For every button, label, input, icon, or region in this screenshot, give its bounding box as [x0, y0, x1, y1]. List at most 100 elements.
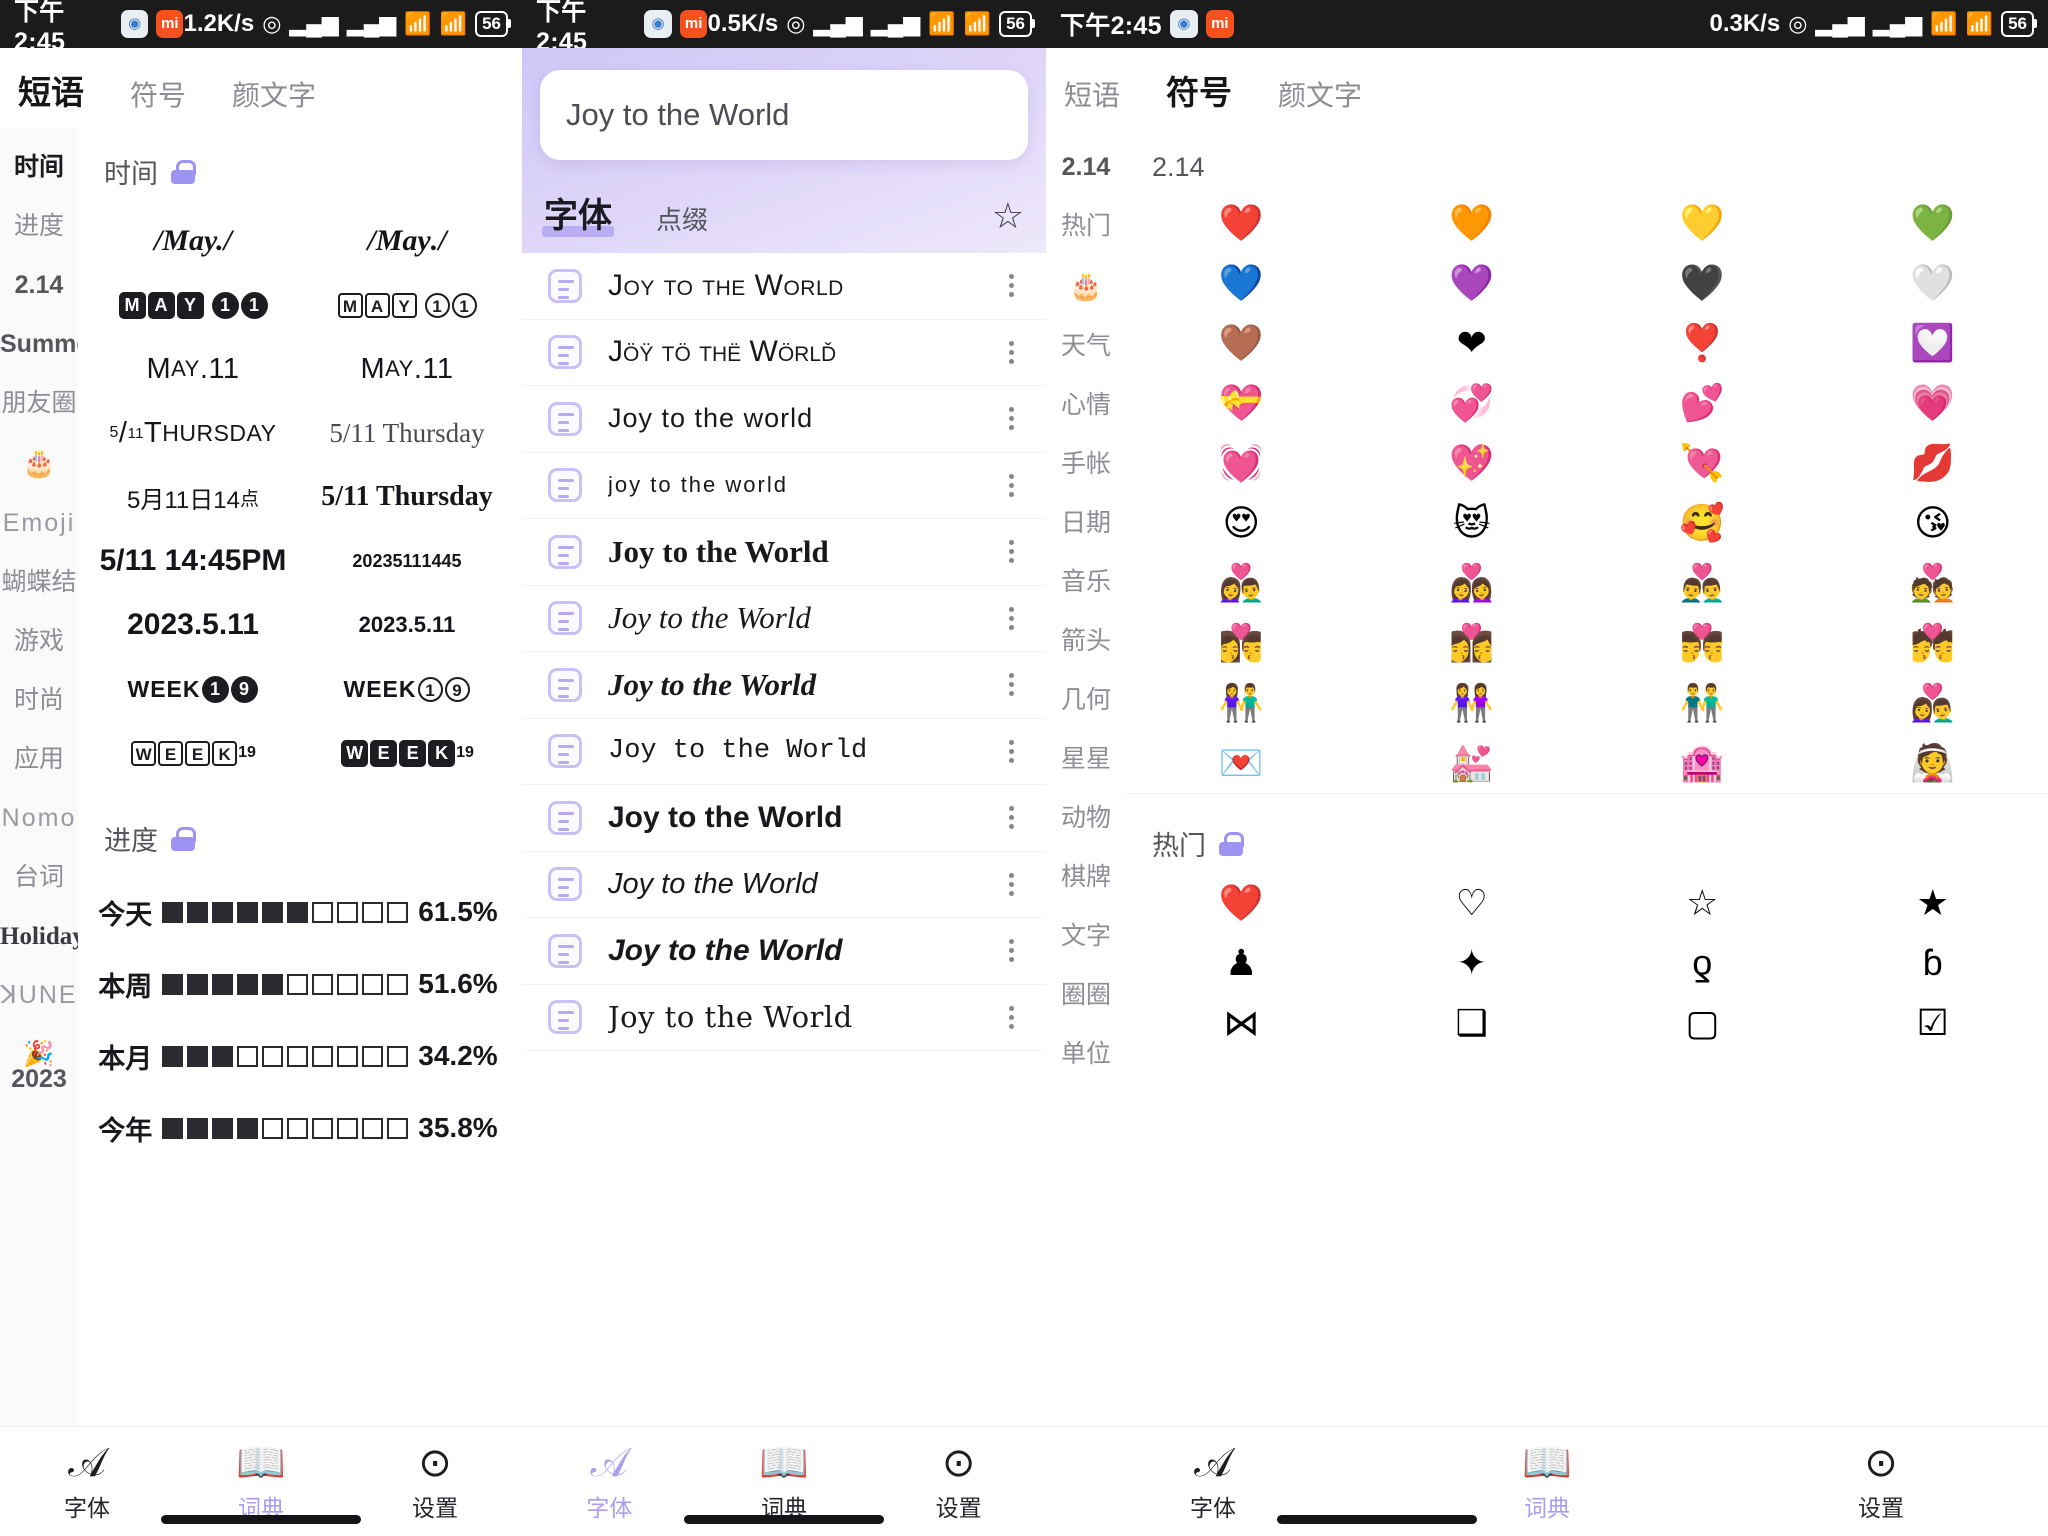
- progress-row[interactable]: 本月 34.2%: [86, 1020, 514, 1092]
- sidebar-item-text[interactable]: 文字: [1046, 907, 1126, 966]
- list-item[interactable]: Joy to the World: [522, 586, 1046, 652]
- date-cell[interactable]: M AY .11: [300, 337, 514, 401]
- sidebar-item-progress[interactable]: 进度: [0, 197, 78, 256]
- sidebar-item-geometry[interactable]: 几何: [1046, 671, 1126, 730]
- emoji-cell[interactable]: 😻: [1357, 493, 1588, 553]
- more-options-icon[interactable]: [996, 470, 1026, 501]
- sidebar-item-lines[interactable]: 台词: [0, 848, 78, 907]
- emoji-cell[interactable]: 💗: [1818, 373, 2048, 433]
- nav-fonts[interactable]: 𝒜 字体: [522, 1441, 697, 1523]
- date-cell[interactable]: 2023.5.11: [86, 593, 300, 657]
- sidebar-item-hot[interactable]: 热门: [1046, 197, 1126, 256]
- tab-decor[interactable]: 点缀: [656, 200, 708, 237]
- emoji-cell[interactable]: 💙: [1126, 253, 1357, 313]
- date-cell[interactable]: 5月11日14 点: [86, 465, 300, 529]
- date-cell[interactable]: M AY .11: [86, 337, 300, 401]
- search-input[interactable]: Joy to the World: [540, 70, 1028, 160]
- emoji-cell[interactable]: ☆: [1587, 873, 1818, 933]
- emoji-cell[interactable]: 💋: [1818, 433, 2048, 493]
- list-item[interactable]: Joy to the World: [522, 253, 1046, 320]
- sidebar-item-nomo[interactable]: Nomo: [0, 789, 78, 848]
- date-cell[interactable]: 5/11 Thursday: [300, 401, 514, 465]
- list-item[interactable]: Joy to the World: [522, 652, 1046, 719]
- sidebar-item-summer[interactable]: Summer: [0, 315, 78, 374]
- date-cell[interactable]: MAY 11: [300, 273, 514, 337]
- emoji-cell[interactable]: 🤍: [1818, 253, 2048, 313]
- list-item[interactable]: Joy to the World: [522, 719, 1046, 785]
- emoji-cell[interactable]: 💖: [1357, 433, 1588, 493]
- emoji-cell[interactable]: 🏩: [1587, 733, 1818, 793]
- progress-row[interactable]: 本周 51.6%: [86, 948, 514, 1020]
- sidebar-item-time[interactable]: 时间: [0, 138, 78, 197]
- progress-row[interactable]: 今天 61.5%: [86, 876, 514, 948]
- sidebar-item-bow[interactable]: 蝴蝶结: [0, 553, 78, 612]
- sidebar-panel1[interactable]: 时间 进度 2.14 Summer 朋友圈 🎂 Emoji 蝴蝶结 游戏 时尚 …: [0, 128, 78, 1426]
- date-cell[interactable]: WEEK19: [86, 721, 300, 785]
- date-cell[interactable]: WEEK19: [86, 657, 300, 721]
- more-options-icon[interactable]: [996, 536, 1026, 567]
- emoji-cell[interactable]: 🥰: [1587, 493, 1818, 553]
- sidebar-item-214[interactable]: 2.14: [0, 256, 78, 315]
- emoji-cell[interactable]: 🧡: [1357, 193, 1588, 253]
- sidebar-item-units[interactable]: 单位: [1046, 1025, 1126, 1084]
- sidebar-item-stars[interactable]: 星星: [1046, 730, 1126, 789]
- date-cell[interactable]: 5/11 T HURSDAY: [86, 401, 300, 465]
- sidebar-item-animals[interactable]: 动物: [1046, 789, 1126, 848]
- emoji-cell[interactable]: 😘: [1818, 493, 2048, 553]
- more-options-icon[interactable]: [996, 935, 1026, 966]
- sidebar-item-fashion[interactable]: 时尚: [0, 671, 78, 730]
- emoji-cell[interactable]: 💑: [1818, 553, 2048, 613]
- emoji-cell[interactable]: ❤: [1357, 313, 1588, 373]
- sidebar-item-date[interactable]: 日期: [1046, 494, 1126, 553]
- star-outline-icon[interactable]: ☆: [992, 195, 1024, 237]
- emoji-cell[interactable]: 💘: [1587, 433, 1818, 493]
- emoji-cell[interactable]: 💛: [1587, 193, 1818, 253]
- nav-dictionary[interactable]: 📖 词典: [1380, 1441, 1714, 1523]
- emoji-cell[interactable]: 👰: [1818, 733, 2048, 793]
- tab-kaomoji[interactable]: 颜文字: [232, 74, 316, 118]
- emoji-cell[interactable]: 👩‍❤️‍👨: [1818, 673, 2048, 733]
- nav-dictionary[interactable]: 📖 词典: [697, 1441, 872, 1523]
- nav-fonts[interactable]: 𝒜 字体: [1046, 1441, 1380, 1523]
- sidebar-panel3[interactable]: 2.14 热门 🎂 天气 心情 手帐 日期 音乐 箭头 几何 星星 动物 棋牌 …: [1046, 128, 1126, 1426]
- emoji-cell[interactable]: 👫: [1126, 673, 1357, 733]
- sidebar-item-games[interactable]: 游戏: [0, 612, 78, 671]
- emoji-cell[interactable]: 😍: [1126, 493, 1357, 553]
- tab-symbols[interactable]: 符号: [1163, 66, 1236, 119]
- sidebar-item-chess[interactable]: 棋牌: [1046, 848, 1126, 907]
- date-cell[interactable]: WEEK19: [300, 721, 514, 785]
- list-item[interactable]: Joy to the World: [522, 985, 1046, 1051]
- sidebar-item-emoji[interactable]: Emoji: [0, 494, 78, 553]
- tab-kaomoji[interactable]: 颜文字: [1278, 74, 1362, 118]
- sidebar-item-apps[interactable]: 应用: [0, 730, 78, 789]
- date-cell[interactable]: 5/11 Thursday: [300, 465, 514, 529]
- sidebar-item-arrows[interactable]: 箭头: [1046, 612, 1126, 671]
- list-item[interactable]: Joy to the world: [522, 386, 1046, 453]
- emoji-cell[interactable]: 👩‍❤️‍💋‍👩: [1357, 613, 1588, 673]
- emoji-cell[interactable]: ✦: [1357, 933, 1588, 993]
- sidebar-item-2023[interactable]: 🎉2023: [0, 1025, 78, 1109]
- emoji-cell[interactable]: ɓ: [1818, 933, 2048, 993]
- emoji-cell[interactable]: ⋈: [1126, 993, 1357, 1053]
- more-options-icon[interactable]: [996, 337, 1026, 368]
- list-item[interactable]: joy to the ᴡorld: [522, 453, 1046, 519]
- emoji-cell[interactable]: 👭: [1357, 673, 1588, 733]
- emoji-cell[interactable]: ♟: [1126, 933, 1357, 993]
- emoji-cell[interactable]: 🤎: [1126, 313, 1357, 373]
- emoji-cell[interactable]: 🖤: [1587, 253, 1818, 313]
- sidebar-item-journal[interactable]: 手帐: [1046, 435, 1126, 494]
- emoji-cell[interactable]: 👩‍❤️‍👨: [1126, 553, 1357, 613]
- nav-settings[interactable]: ⊙ 设置: [871, 1441, 1046, 1523]
- emoji-cell[interactable]: 💚: [1818, 193, 2048, 253]
- sidebar-item-214[interactable]: 2.14: [1046, 138, 1126, 197]
- more-options-icon[interactable]: [996, 869, 1026, 900]
- emoji-cell[interactable]: 💜: [1357, 253, 1588, 313]
- progress-row[interactable]: 今年 35.8%: [86, 1092, 514, 1164]
- emoji-cell[interactable]: 💒: [1357, 733, 1588, 793]
- emoji-cell[interactable]: 💞: [1357, 373, 1588, 433]
- sidebar-item-moments[interactable]: 朋友圈: [0, 374, 78, 433]
- sidebar-item-cake-icon[interactable]: 🎂: [0, 433, 78, 494]
- date-cell[interactable]: 2023.5.11: [300, 593, 514, 657]
- emoji-cell[interactable]: 👩‍❤️‍💋‍👨: [1126, 613, 1357, 673]
- date-cell[interactable]: /May./: [86, 209, 300, 273]
